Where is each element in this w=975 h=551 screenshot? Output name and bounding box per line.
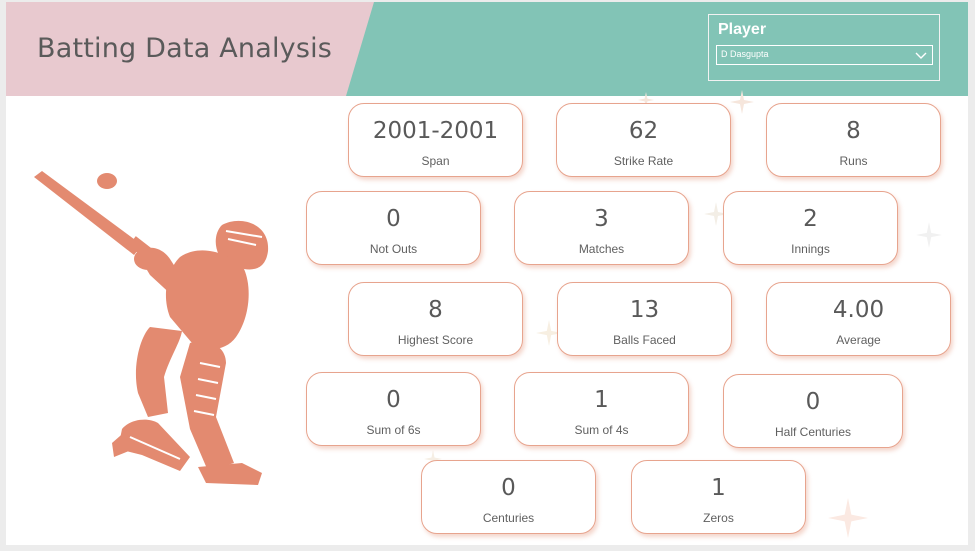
stat-card-sixes: 0 Sum of 6s xyxy=(306,372,481,446)
average-label: Average xyxy=(836,333,881,347)
zeros-value: 1 xyxy=(711,475,726,501)
stat-card-span: 2001-2001 Span xyxy=(348,103,523,177)
sparkle-icon xyxy=(916,222,942,248)
innings-value: 2 xyxy=(803,206,818,232)
matches-label: Matches xyxy=(578,242,625,256)
player-dropdown-value: D Dasgupta xyxy=(721,49,769,59)
half-centuries-label: Half Centuries xyxy=(774,425,852,439)
balls-faced-value: 13 xyxy=(629,297,660,323)
stat-card-average: 4.00 Average xyxy=(766,282,951,356)
stat-card-balls-faced: 13 Balls Faced xyxy=(557,282,732,356)
page-title: Batting Data Analysis xyxy=(37,33,333,64)
stat-card-matches: 3 Matches xyxy=(514,191,689,265)
stat-card-innings: 2 Innings xyxy=(723,191,898,265)
runs-value: 8 xyxy=(846,118,861,144)
stat-card-highest-score: 8 Highest Score xyxy=(348,282,523,356)
centuries-label: Centuries xyxy=(482,511,535,525)
stat-card-not-outs: 0 Not Outs xyxy=(306,191,481,265)
sixes-label: Sum of 6s xyxy=(366,423,421,437)
stat-card-runs: 8 Runs xyxy=(766,103,941,177)
stat-card-strike-rate: 62 Strike Rate xyxy=(556,103,731,177)
stat-card-half-centuries: 0 Half Centuries xyxy=(723,374,903,448)
half-centuries-value: 0 xyxy=(805,389,821,415)
player-slicer-label: Player xyxy=(718,21,767,38)
not-outs-value: 0 xyxy=(386,206,401,232)
fours-label: Sum of 4s xyxy=(574,423,629,437)
strike-rate-value: 62 xyxy=(628,118,659,144)
stat-card-fours: 1 Sum of 4s xyxy=(514,372,689,446)
report-canvas: Batting Data Analysis Player D Dasgupta xyxy=(6,2,968,545)
matches-value: 3 xyxy=(594,206,609,232)
average-value: 4.00 xyxy=(832,297,885,323)
strike-rate-label: Strike Rate xyxy=(613,154,674,168)
player-slicer: Player D Dasgupta xyxy=(708,14,940,81)
sparkle-icon xyxy=(828,498,868,538)
fours-value: 1 xyxy=(594,387,609,413)
innings-label: Innings xyxy=(791,242,830,256)
span-label: Span xyxy=(421,154,450,168)
balls-faced-label: Balls Faced xyxy=(613,333,676,347)
highest-score-value: 8 xyxy=(428,297,443,323)
sparkle-icon xyxy=(730,90,754,114)
chevron-down-icon xyxy=(915,52,927,59)
cricket-batsman-illustration xyxy=(34,171,269,485)
zeros-label: Zeros xyxy=(703,511,734,525)
span-value: 2001-2001 xyxy=(372,118,499,144)
centuries-value: 0 xyxy=(501,475,516,501)
sixes-value: 0 xyxy=(386,387,401,413)
stat-card-centuries: 0 Centuries xyxy=(421,460,596,534)
highest-score-label: Highest Score xyxy=(397,333,474,347)
runs-label: Runs xyxy=(839,154,868,168)
not-outs-label: Not Outs xyxy=(369,242,418,256)
player-dropdown[interactable]: D Dasgupta xyxy=(716,45,933,65)
stat-card-zeros: 1 Zeros xyxy=(631,460,806,534)
